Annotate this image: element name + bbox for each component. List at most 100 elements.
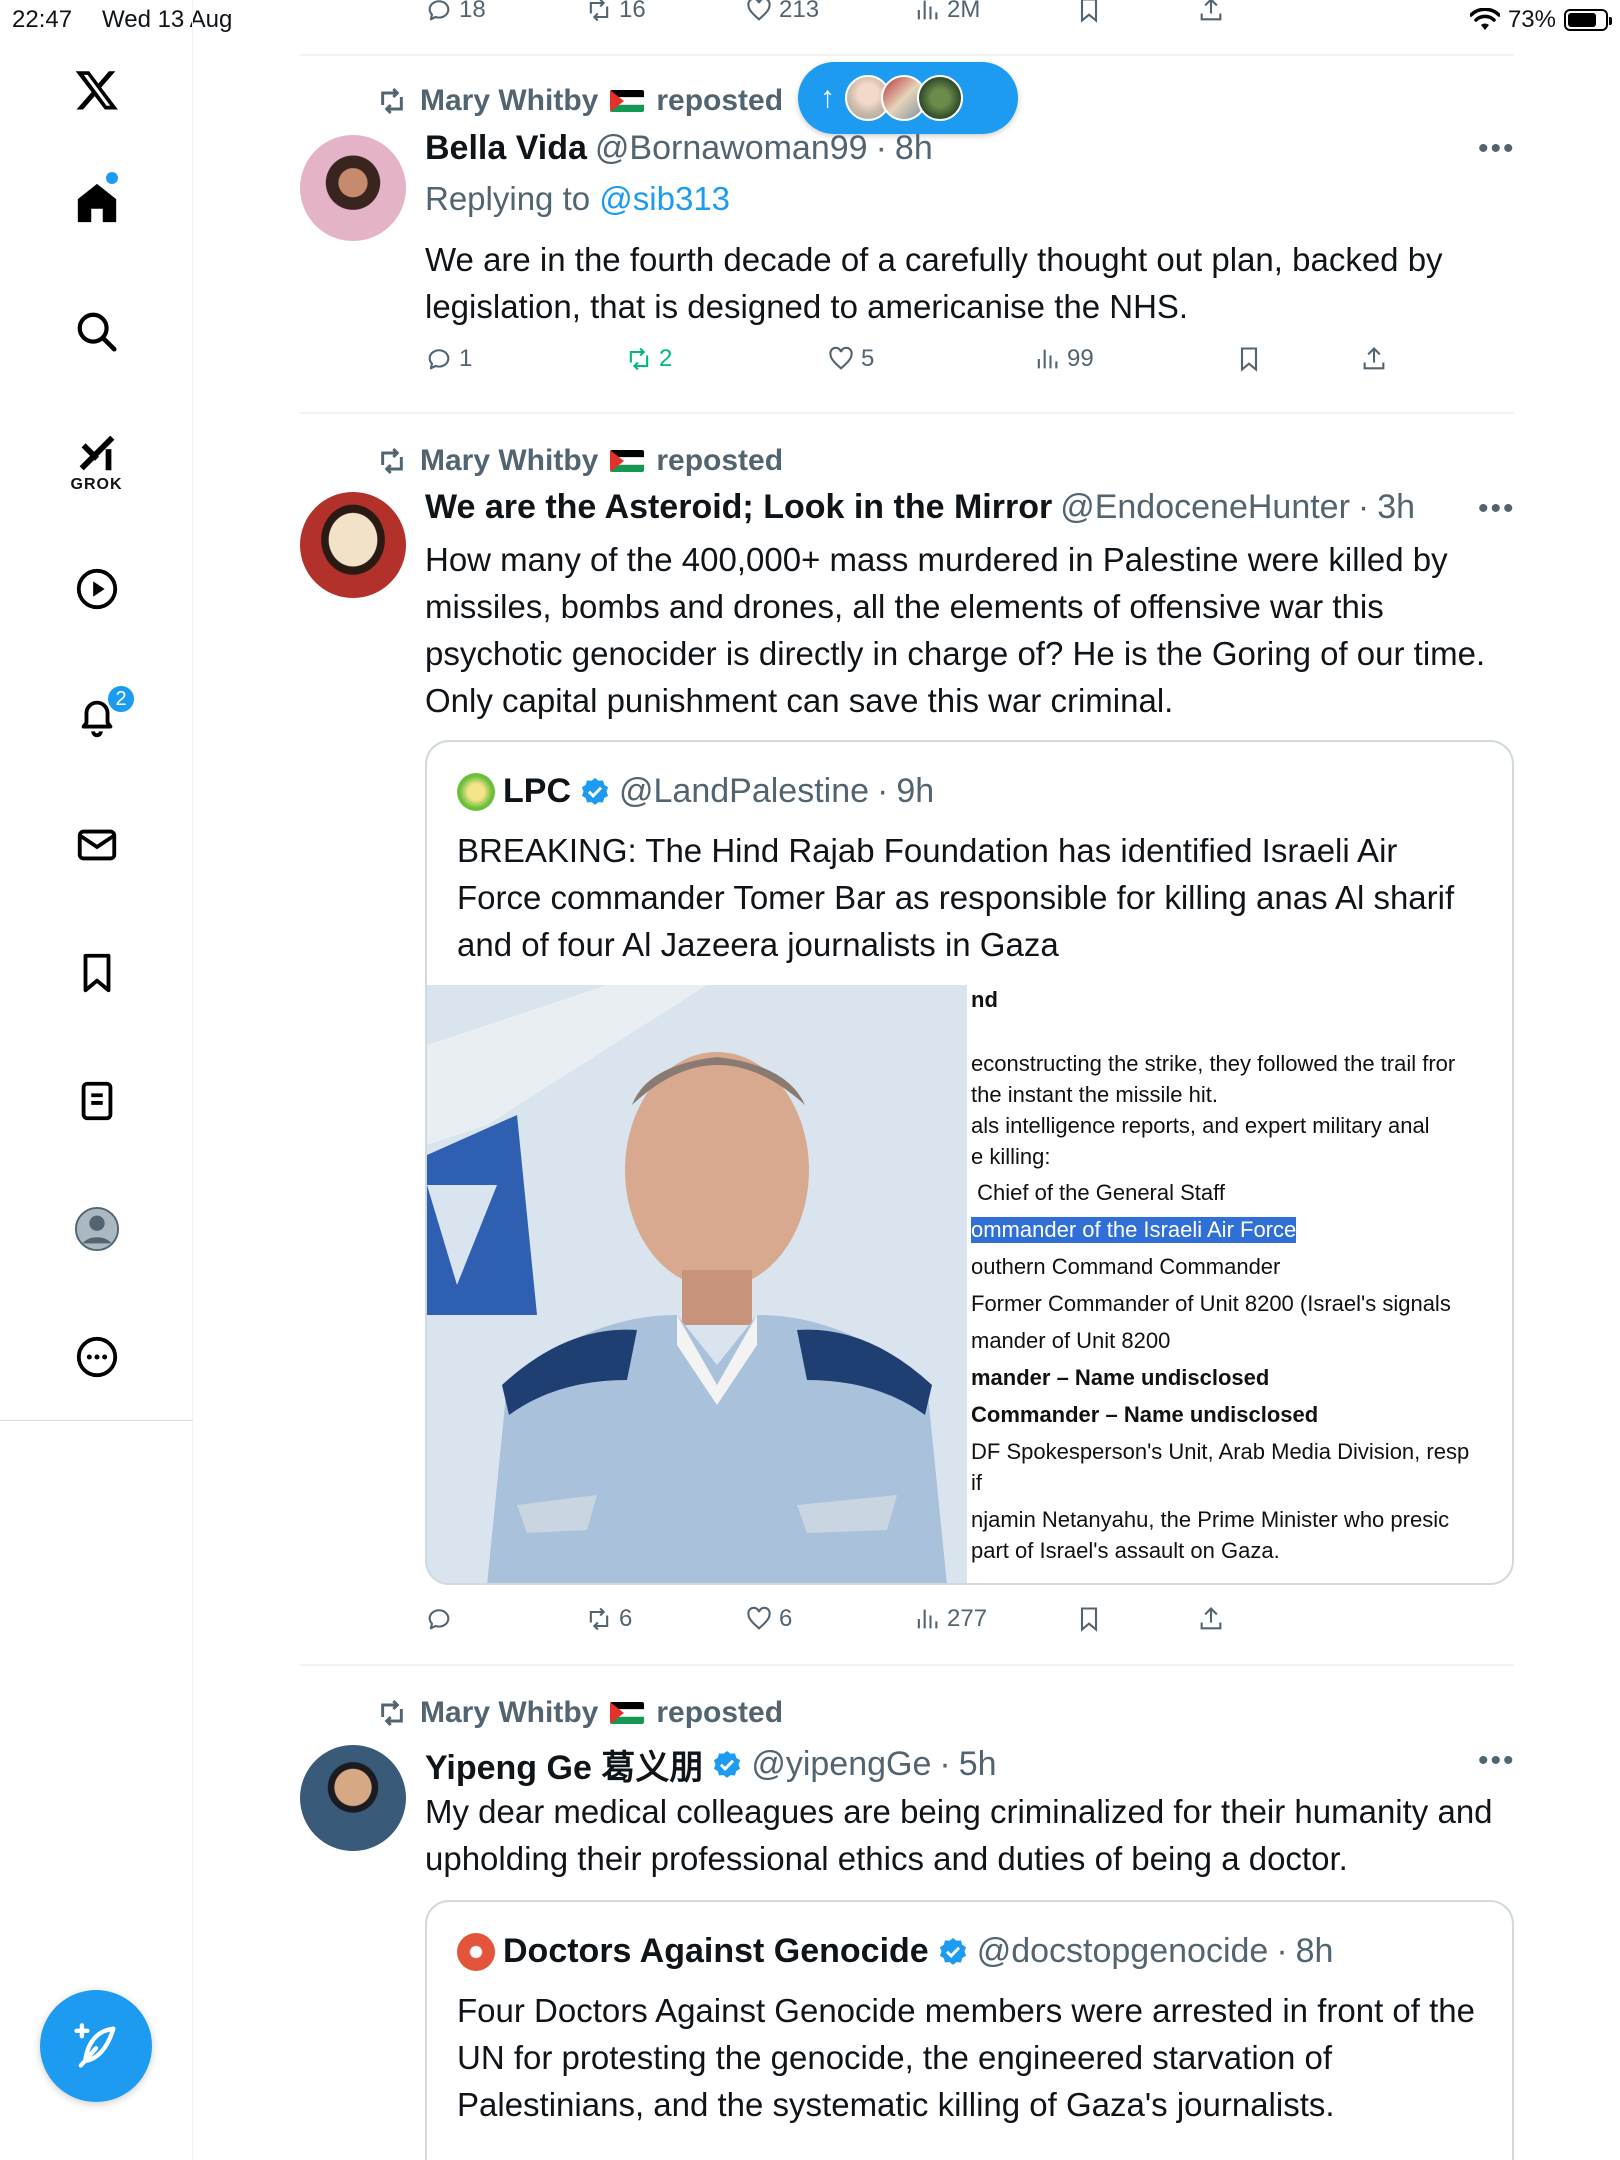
post-more-icon[interactable]: ••• [1478,132,1516,166]
post-actions: 1 2 5 99 [425,345,1425,385]
quoted-post[interactable]: LPC @LandPalestine · 9h BREAKING: The Hi… [425,740,1514,1585]
messages-envelope-icon[interactable] [62,810,132,880]
author-handle[interactable]: @Bornawoman99 [595,129,868,168]
avatar[interactable] [300,1745,406,1851]
author-handle[interactable]: @yipengGe [751,1745,931,1784]
like-button[interactable]: 5 [827,345,874,373]
quote-author-name[interactable]: LPC [503,772,571,811]
compose-post-button[interactable] [40,1990,152,2102]
repost-icon [589,1607,609,1631]
views-count: 2M [947,0,981,23]
dot-separator: · [877,772,889,810]
post-more-icon[interactable]: ••• [1478,1744,1516,1778]
repost-context: Mary Whitby reposted [376,444,783,478]
quote-author-handle[interactable]: @LandPalestine [619,772,869,811]
new-posts-pill[interactable]: ↑ [798,62,1018,134]
share-button[interactable] [1197,0,1225,24]
like-button[interactable]: 213 [745,0,819,24]
bookmark-button[interactable] [1075,0,1103,24]
dot-separator: · [875,129,887,167]
avatar[interactable] [300,492,406,598]
author-name[interactable]: Bella Vida [425,129,587,168]
like-button[interactable]: 6 [745,1605,792,1633]
doc-line: e killing: [971,1144,1051,1169]
more-options-icon[interactable] [62,1322,132,1392]
repost-button[interactable]: 2 [625,345,672,373]
bookmark-icon [1080,0,1098,23]
replying-to-handle[interactable]: @sib313 [599,180,730,217]
reposted-label: reposted [656,1696,784,1729]
bookmark-button[interactable] [1235,345,1263,373]
search-icon[interactable] [62,297,132,367]
quote-avatar[interactable] [457,772,495,811]
bookmark-button[interactable] [1075,1605,1103,1633]
avatar[interactable] [300,135,406,241]
dot-separator: · [1276,1932,1288,1970]
repost-button[interactable]: 6 [585,1605,632,1633]
repost-button[interactable]: 16 [585,0,646,24]
share-button[interactable] [1197,1605,1225,1633]
commander-photo[interactable] [427,985,967,1583]
reposter-name[interactable]: Mary Whitby [420,84,598,118]
status-right: 73% [1469,6,1612,34]
dot-separator: · [1357,488,1370,526]
x-logo-icon[interactable] [62,55,132,125]
repost-context: Mary Whitby reposted [376,84,783,118]
repost-icon [381,447,403,475]
quote-avatar[interactable] [457,1932,495,1971]
reply-button[interactable]: 18 [425,0,486,24]
dot-separator: · [939,1745,951,1783]
quote-author-handle[interactable]: @docstopgenocide [977,1932,1269,1971]
lists-icon[interactable] [62,1066,132,1136]
video-icon[interactable] [62,554,132,624]
author-handle[interactable]: @EndoceneHunter [1060,488,1350,527]
post-more-icon[interactable]: ••• [1478,492,1516,526]
quote-time[interactable]: 8h [1296,1932,1334,1971]
bookmarks-icon[interactable] [62,938,132,1008]
doc-line: part of Israel's assault on Gaza. [971,1538,1280,1563]
reply-count: 18 [459,0,486,23]
quote-text: Four Doctors Against Genocide members we… [457,1992,1475,2123]
views-chart-icon [917,1609,938,1629]
palestine-flag-icon [610,90,645,112]
quoted-post[interactable]: Doctors Against Genocide @docstopgenocid… [425,1900,1514,2160]
post-time[interactable]: 8h [895,129,933,168]
reposter-name[interactable]: Mary Whitby [420,1696,598,1730]
reply-icon [428,349,450,370]
quote-media[interactable]: nd econstructing the strike, they follow… [427,985,1512,1583]
profile-avatar-icon[interactable] [62,1194,132,1264]
bookmark-icon [1080,1607,1098,1632]
views-button[interactable]: 99 [1033,345,1094,373]
repost-icon [629,347,649,371]
doc-line: nd [971,987,998,1012]
post-time[interactable]: 5h [959,1745,997,1784]
author-name[interactable]: Yipeng Ge 葛义朋 [425,1740,703,1789]
doc-line: DF Spokesperson's Unit, Arab Media Divis… [971,1439,1470,1464]
views-button[interactable]: 2M [913,0,980,24]
doc-line: mander – Name undisclosed [971,1365,1270,1390]
previous-post-actions: 18 16 213 2M [425,0,1425,36]
author-name[interactable]: We are the Asteroid; Look in the Mirror [425,488,1052,527]
sidebar-nav: GROK 2 [0,0,193,2160]
home-icon[interactable] [62,168,132,238]
repost-count: 2 [659,345,673,372]
post-time[interactable]: 3h [1377,488,1415,527]
doc-line: mander of Unit 8200 [971,1328,1171,1353]
quote-time[interactable]: 9h [896,772,934,811]
reply-count: 1 [459,345,473,372]
doc-line: outhern Command Commander [971,1254,1281,1279]
notifications-badge: 2 [106,684,136,714]
reposted-label: reposted [656,444,784,477]
palestine-flag-icon [610,450,645,472]
commander-photo-illustration [427,985,967,1583]
home-unread-dot [106,172,118,184]
reply-button[interactable]: 1 [425,345,472,373]
repost-context: Mary Whitby reposted [376,1696,783,1730]
reposter-name[interactable]: Mary Whitby [420,444,598,478]
views-button[interactable]: 277 [913,1605,987,1633]
heart-icon [747,0,771,21]
share-button[interactable] [1360,345,1388,373]
heart-icon [829,346,853,370]
quote-author-name[interactable]: Doctors Against Genocide [503,1932,929,1971]
reply-button[interactable] [425,1605,459,1633]
